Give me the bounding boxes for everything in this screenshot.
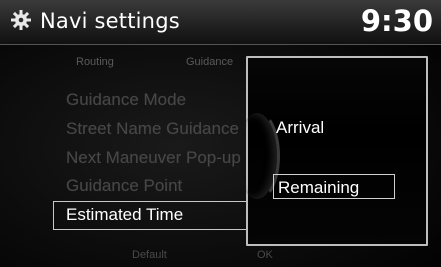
gear-icon bbox=[11, 10, 31, 30]
default-button[interactable]: Default bbox=[132, 249, 167, 261]
page-title: Navi settings bbox=[40, 9, 180, 33]
list-item-street-name-guidance[interactable]: Street Name Guidance bbox=[66, 119, 239, 139]
tab-bar: Routing Guidance bbox=[60, 56, 250, 74]
navi-settings-screen: Navi settings 9:30 Routing Guidance Guid… bbox=[0, 0, 441, 267]
list-item-estimated-time[interactable]: Estimated Time bbox=[66, 205, 183, 225]
clock: 9:30 bbox=[360, 4, 433, 38]
list-item-next-maneuver-popup[interactable]: Next Maneuver Pop-up bbox=[66, 148, 241, 168]
list-item-guidance-mode[interactable]: Guidance Mode bbox=[66, 90, 186, 110]
option-popup: Arrival Remaining bbox=[246, 56, 428, 246]
tab-routing[interactable]: Routing bbox=[76, 56, 114, 68]
list-item-guidance-point[interactable]: Guidance Point bbox=[66, 176, 182, 196]
tab-guidance[interactable]: Guidance bbox=[186, 56, 233, 68]
header-bar: Navi settings 9:30 bbox=[0, 0, 441, 45]
ok-button[interactable]: OK bbox=[257, 249, 273, 261]
option-arrival[interactable]: Arrival bbox=[276, 118, 324, 138]
bottom-bar: Default OK bbox=[0, 246, 441, 267]
option-remaining[interactable]: Remaining bbox=[278, 178, 359, 198]
